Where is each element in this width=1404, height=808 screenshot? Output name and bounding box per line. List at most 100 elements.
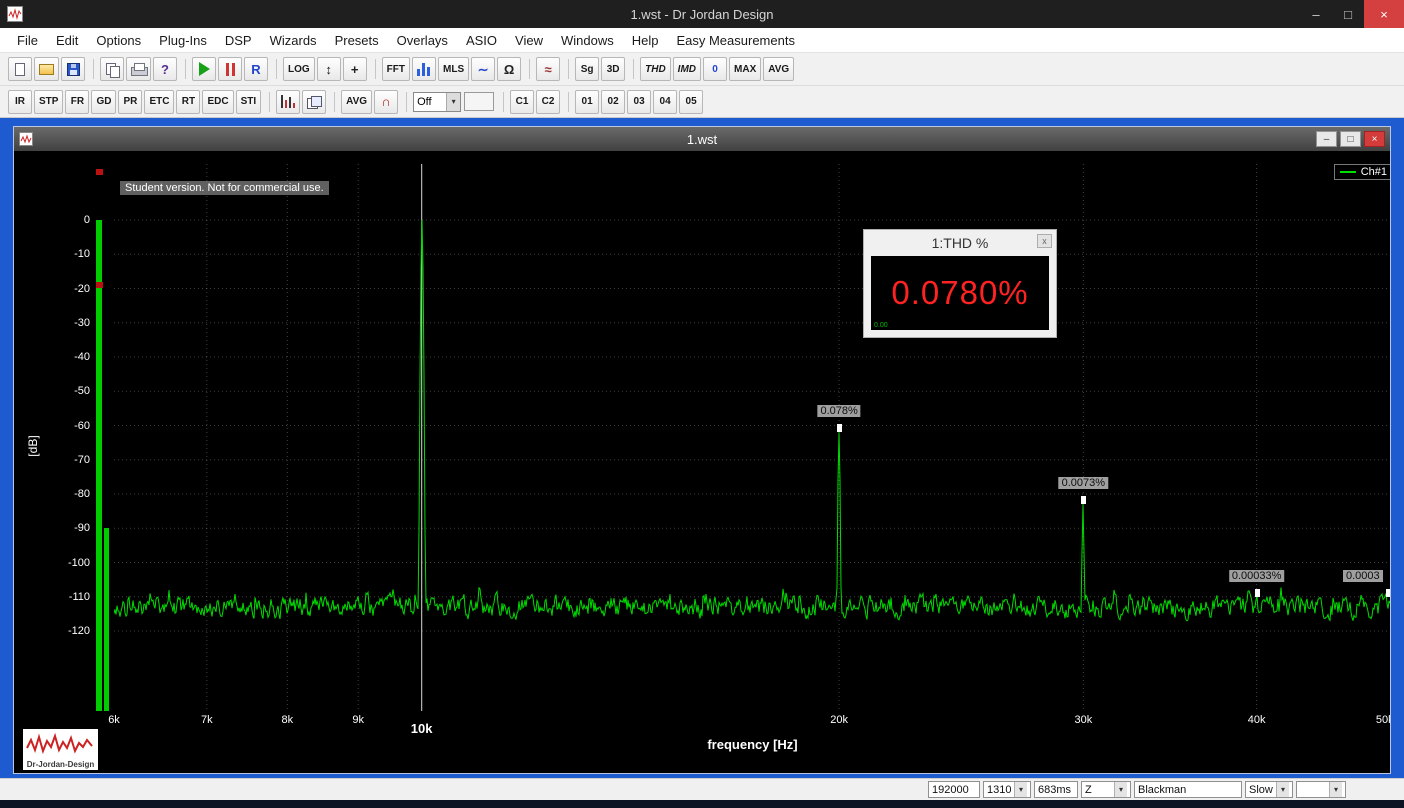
tb2-preset-04-button[interactable]: 04	[653, 89, 678, 114]
tb2-cursor-1-button[interactable]: C1	[510, 89, 535, 114]
tb1-print-button[interactable]	[126, 57, 151, 81]
status-fft-size-dropdown[interactable]: 131072▾	[983, 781, 1031, 798]
sine-icon: ∼	[477, 61, 489, 77]
tb1-zoom-vertical-button[interactable]: ↕	[316, 57, 341, 81]
tb2-energy-decay-button[interactable]: EDC	[202, 89, 234, 114]
app-icon	[7, 6, 23, 22]
menu-presets[interactable]: Presets	[326, 28, 388, 52]
tb1-sweep-button[interactable]: ≈	[536, 57, 561, 81]
record-icon: R	[251, 61, 261, 77]
tb1-average-button[interactable]: AVG	[763, 57, 795, 81]
child-minimize-button[interactable]: –	[1316, 131, 1337, 147]
tb1-log-scale-button[interactable]: LOG	[283, 57, 315, 81]
y-tick-label: -30	[74, 316, 90, 329]
minimize-button[interactable]: –	[1300, 0, 1332, 28]
tb1-pause-button[interactable]	[218, 57, 242, 81]
legend-line-swatch-icon	[1339, 171, 1356, 173]
tb1-thd-button[interactable]: THD	[640, 57, 671, 81]
tb1-signal-generator-button[interactable]: Sg	[575, 57, 600, 81]
tb1-sine-button[interactable]: ∼	[471, 57, 496, 81]
tb1-fft-button[interactable]: FFT	[381, 57, 410, 81]
tb2-impulse-response-button[interactable]: IR	[8, 89, 32, 114]
thd-panel-header[interactable]: 1:THD % x	[864, 230, 1056, 256]
new-icon	[15, 62, 25, 76]
child-window-icon	[19, 132, 33, 146]
status-extra-dropdown[interactable]: ▾	[1296, 781, 1346, 798]
tb1-help-button[interactable]: ?	[153, 57, 177, 81]
menu-options[interactable]: Options	[87, 28, 150, 52]
tb1-move-cursor-button[interactable]: +	[342, 57, 367, 81]
tb2-export-spectrum-button[interactable]	[276, 89, 301, 114]
tb1-mls-button[interactable]: MLS	[438, 57, 470, 81]
y-tick-label: -80	[74, 488, 90, 500]
tb2-reverb-time-button[interactable]: RT	[176, 89, 201, 114]
tb1-zero-button[interactable]: 0	[703, 57, 728, 81]
tb2-preset-03-button[interactable]: 03	[627, 89, 652, 114]
tb2-average-2-button[interactable]: AVG	[341, 89, 373, 114]
copy-icon	[105, 62, 120, 78]
y-tick-label: -120	[67, 625, 90, 637]
status-averaging-speed-dropdown[interactable]: Slow ▾	[1245, 781, 1293, 798]
status-weighting-dropdown[interactable]: Z ▾	[1081, 781, 1131, 798]
tb2-step-response-button[interactable]: STP	[34, 89, 64, 114]
close-button[interactable]: ×	[1364, 0, 1404, 28]
tb1-spectrum-button[interactable]	[412, 57, 436, 81]
tb2-reverb-time-label: RT	[181, 96, 196, 107]
tb2-preset-03-label: 03	[633, 96, 645, 107]
tb1-copy-button[interactable]	[100, 57, 124, 81]
status-fft-size-value: 131072	[987, 783, 1012, 796]
tb1-new-button[interactable]	[8, 57, 32, 81]
menu-asio[interactable]: ASIO	[457, 28, 506, 52]
spectrum-plot[interactable]: Student version. Not for commercial use.…	[114, 164, 1390, 711]
x-tick-label: 40k	[1247, 714, 1266, 726]
tb2-overlay-windows-button[interactable]	[302, 89, 327, 114]
child-maximize-button[interactable]: □	[1340, 131, 1361, 147]
tb2-generator-output-dropdown[interactable]: Off ▾	[413, 91, 462, 112]
tb1-record-button[interactable]: R	[244, 57, 268, 81]
tb2-frequency-response-button[interactable]: FR	[65, 89, 90, 114]
title-bar[interactable]: 1.wst - Dr Jordan Design – □ ×	[0, 0, 1404, 28]
tb2-preset-01-button[interactable]: 01	[575, 89, 600, 114]
tb2-cursor-2-button[interactable]: C2	[536, 89, 561, 114]
maximize-button[interactable]: □	[1332, 0, 1364, 28]
menu-plug-ins[interactable]: Plug-Ins	[150, 28, 216, 52]
thd-value: 0.0780%	[891, 274, 1029, 311]
tb1-open-button[interactable]	[34, 57, 59, 81]
x-tick-label: 6k	[108, 714, 120, 726]
menu-wizards[interactable]: Wizards	[261, 28, 326, 52]
tb1-impedance-button[interactable]: Ω	[497, 57, 522, 81]
tb2-preset-02-label: 02	[607, 96, 619, 107]
menu-overlays[interactable]: Overlays	[388, 28, 457, 52]
tb2-peak-hold-button[interactable]: ∩	[374, 89, 399, 114]
legend-label: Ch#1	[1360, 166, 1387, 178]
y-tick-label: 0	[83, 214, 90, 226]
tb2-generator-level-box[interactable]	[464, 92, 495, 111]
tb2-energy-time-curve-button[interactable]: ETC	[144, 89, 175, 114]
menu-help[interactable]: Help	[623, 28, 668, 52]
tb2-preset-02-button[interactable]: 02	[601, 89, 626, 114]
status-weighting-value: Z	[1085, 783, 1092, 796]
tb2-phase-response-button[interactable]: PR	[118, 89, 143, 114]
tb1-max-hold-button[interactable]: MAX	[729, 57, 762, 81]
peak-hold-icon: ∩	[381, 94, 391, 109]
child-close-button[interactable]: ×	[1364, 131, 1385, 147]
y-tick-label: -60	[74, 419, 90, 432]
toolbar-separator	[334, 91, 336, 112]
thd-close-button[interactable]: x	[1037, 234, 1052, 248]
menu-edit[interactable]: Edit	[47, 28, 87, 52]
tb1-imd-button[interactable]: IMD	[672, 57, 702, 81]
menu-dsp[interactable]: DSP	[216, 28, 261, 52]
menu-easy-measurements[interactable]: Easy Measurements	[667, 28, 804, 52]
child-title-bar[interactable]: 1.wst – □ ×	[14, 127, 1390, 151]
tb1-3d-view-button[interactable]: 3D	[601, 57, 626, 81]
tb2-group-delay-button[interactable]: GD	[91, 89, 117, 114]
tb1-play-button[interactable]	[192, 57, 216, 81]
tb2-cursor-2-label: C2	[541, 96, 555, 107]
menu-windows[interactable]: Windows	[552, 28, 623, 52]
status-sample-rate-value: 192000	[932, 783, 969, 796]
tb2-speech-intelligibility-button[interactable]: STI	[235, 89, 262, 114]
menu-file[interactable]: File	[8, 28, 47, 52]
menu-view[interactable]: View	[506, 28, 552, 52]
tb2-preset-05-button[interactable]: 05	[679, 89, 704, 114]
tb1-save-button[interactable]	[61, 57, 85, 81]
